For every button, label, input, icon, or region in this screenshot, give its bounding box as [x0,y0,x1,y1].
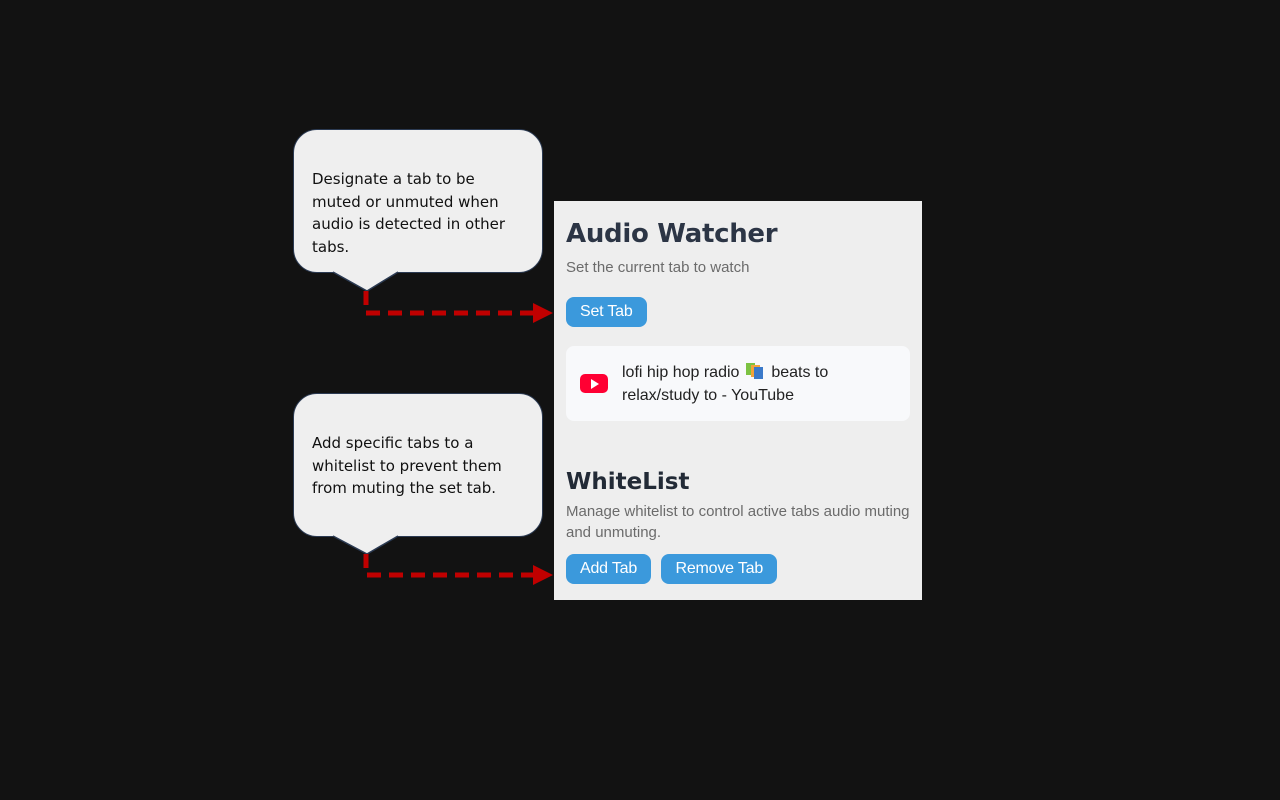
callout-tail-2 [332,535,399,555]
whitelist-subtitle: Manage whitelist to control active tabs … [566,503,910,541]
app-title: Audio Watcher [566,219,778,249]
whitelist-actions: Add Tab Remove Tab [566,554,910,584]
youtube-icon [580,374,608,393]
app-subtitle: Set the current tab to watch [566,259,750,276]
remove-tab-button[interactable]: Remove Tab [661,554,778,584]
callout-whitelist: Add specific tabs to a whitelist to prev… [293,393,543,537]
tab-title-part1: lofi hip hop radio [622,363,740,381]
arrow-to-add-tab [363,554,553,585]
arrow-to-set-tab [363,291,553,323]
callout-tail-1 [332,271,399,292]
callout-set-tab: Designate a tab to be muted or unmuted w… [293,129,543,273]
books-emoji-icon [745,362,763,379]
callout-set-tab-text: Designate a tab to be muted or unmuted w… [312,170,505,256]
current-tab-title: lofi hip hop radio beats to relax/study … [622,361,898,407]
extension-popup: Audio Watcher Set the current tab to wat… [554,201,922,600]
current-tab-card: lofi hip hop radio beats to relax/study … [566,346,910,421]
whitelist-title: WhiteList [566,469,690,495]
set-tab-button[interactable]: Set Tab [566,297,647,327]
screenshot-stage: Designate a tab to be muted or unmuted w… [0,0,1280,800]
callout-whitelist-text: Add specific tabs to a whitelist to prev… [312,434,502,497]
add-tab-button[interactable]: Add Tab [566,554,652,584]
